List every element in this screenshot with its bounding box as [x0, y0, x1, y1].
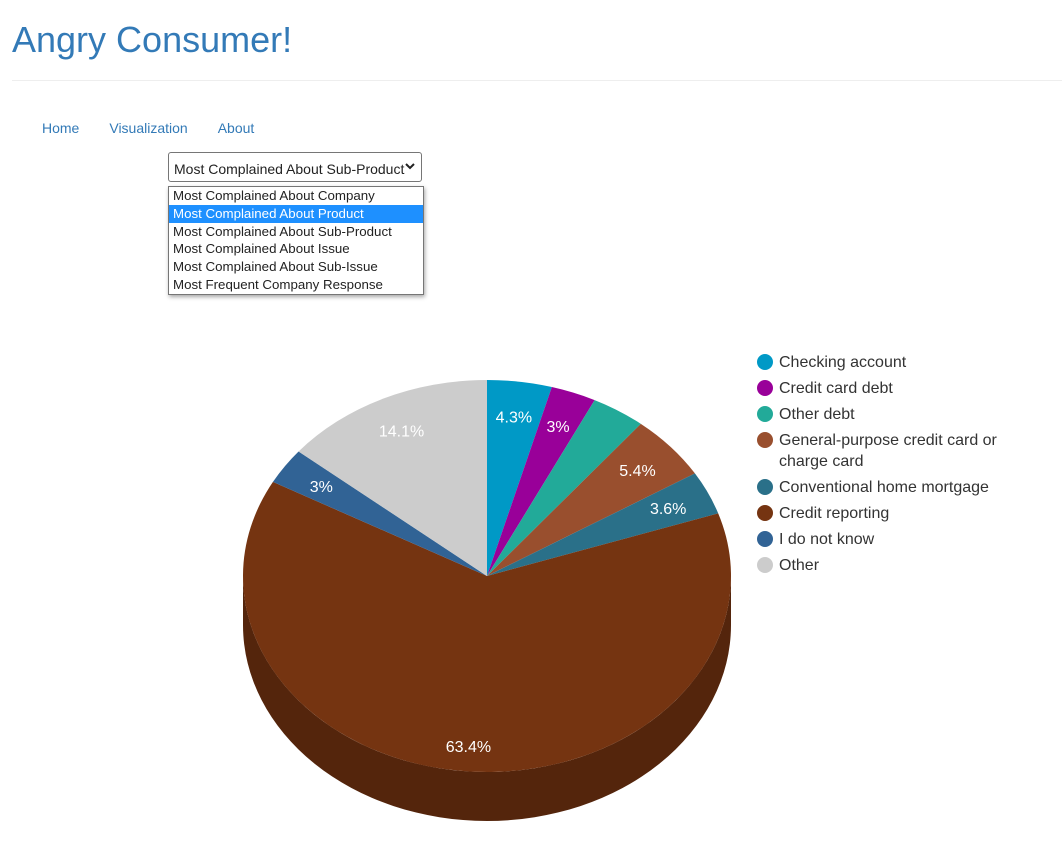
legend-label: Conventional home mortgage — [779, 479, 989, 496]
legend-item[interactable]: Conventional home mortgage — [757, 477, 1047, 498]
legend-label: Checking account — [779, 354, 907, 371]
legend-label: Other — [779, 557, 820, 574]
chart-legend: Checking account Credit card debt Other de… — [757, 352, 1047, 581]
legend-marker — [757, 432, 773, 448]
pie-data-label: 63.4% — [446, 739, 491, 756]
legend-item[interactable]: I do not know — [757, 529, 1047, 550]
legend-item[interactable]: Other debt — [757, 404, 1047, 425]
legend-marker — [757, 531, 773, 547]
legend-label: Credit reporting — [779, 505, 890, 522]
legend-marker — [757, 505, 773, 521]
legend-item[interactable]: Credit card debt — [757, 378, 1047, 399]
pie-data-label: 3% — [310, 479, 333, 496]
pie-data-label: 3% — [546, 419, 569, 436]
pie-data-label: 3.6% — [650, 501, 686, 518]
legend-label: Credit card debt — [779, 380, 893, 397]
legend-item[interactable]: Other — [757, 555, 1047, 576]
legend-item[interactable]: General-purpose credit card or charge ca… — [757, 430, 1047, 472]
legend-label: Other debt — [779, 406, 855, 423]
pie-data-label: 4.3% — [496, 410, 532, 427]
legend-label: I do not know — [779, 531, 875, 548]
pie-data-label: 5.4% — [619, 463, 655, 480]
pie-data-label: 14.1% — [379, 424, 424, 441]
legend-marker — [757, 354, 773, 370]
legend-item[interactable]: Checking account — [757, 352, 1047, 373]
legend-marker — [757, 380, 773, 396]
legend-item[interactable]: Credit reporting — [757, 503, 1047, 524]
legend-marker — [757, 479, 773, 495]
legend-marker — [757, 557, 773, 573]
legend-label: General-purpose credit card or charge ca… — [779, 432, 997, 470]
legend-marker — [757, 406, 773, 422]
